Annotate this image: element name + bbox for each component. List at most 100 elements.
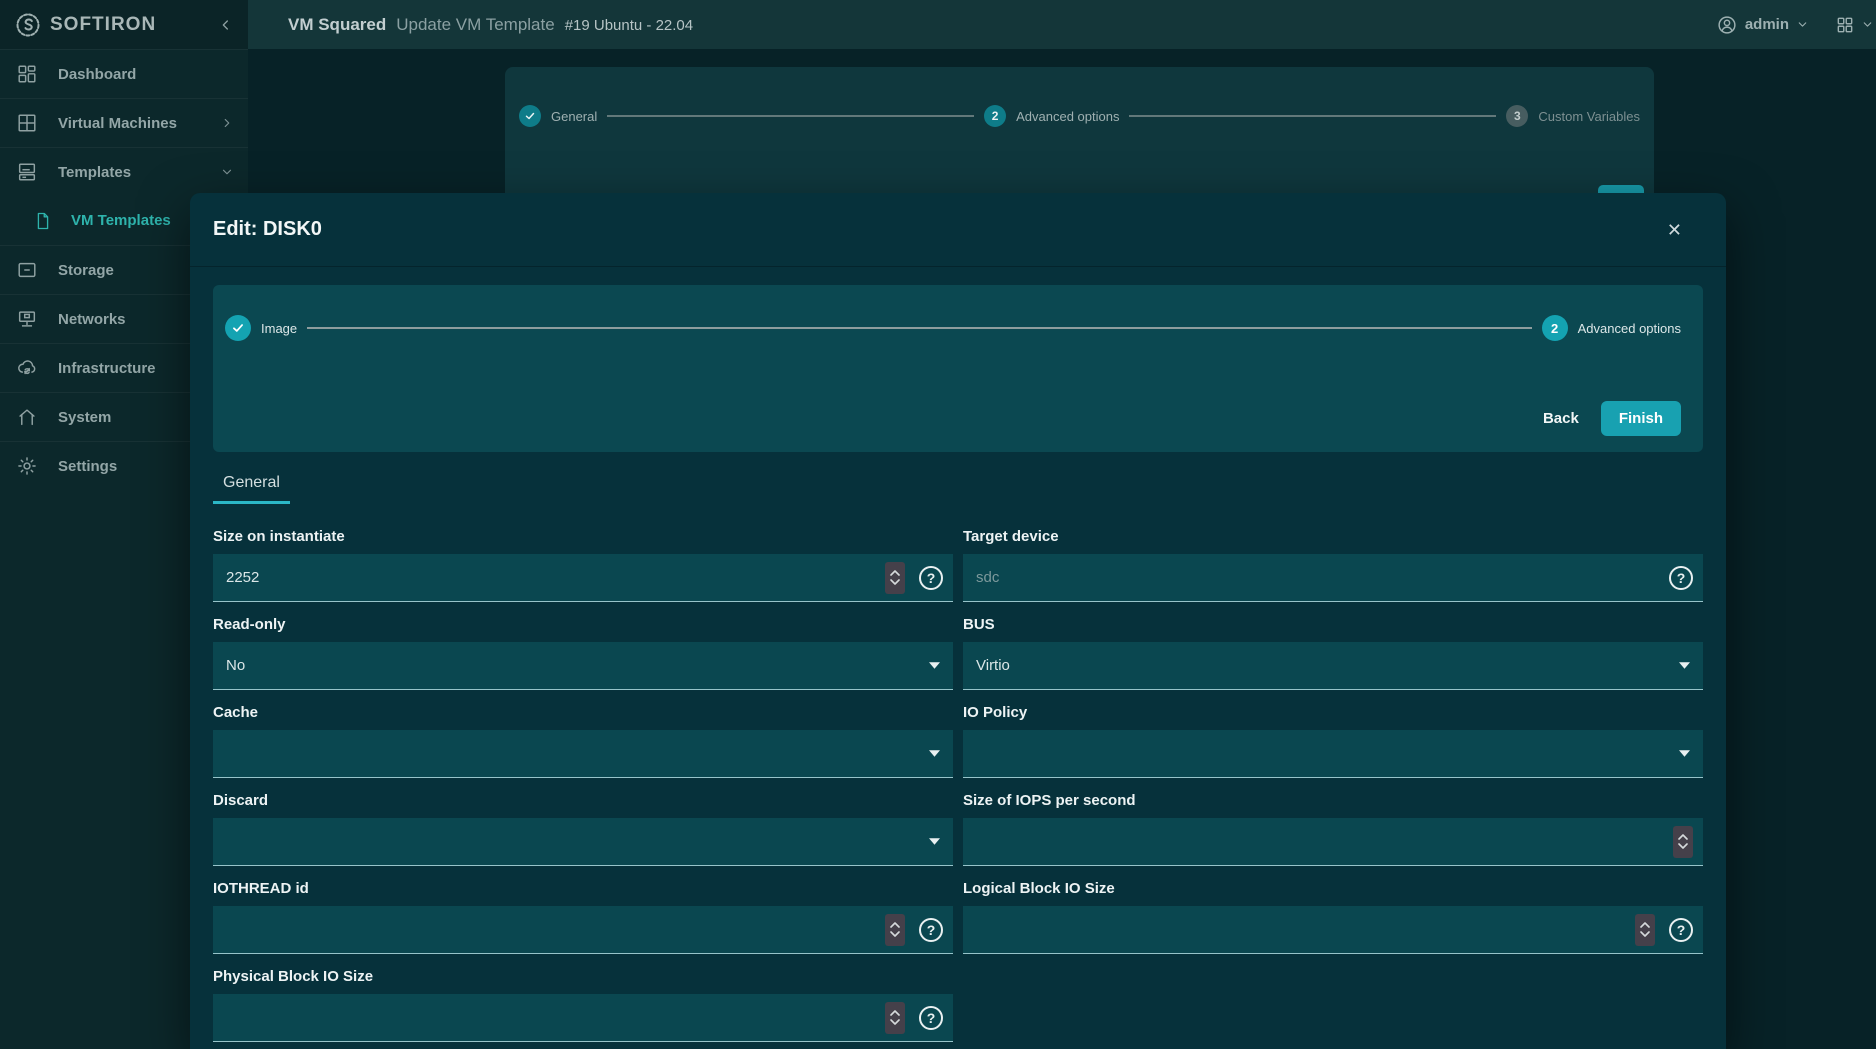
document-icon: [33, 211, 53, 231]
sidebar-item-virtual-machines[interactable]: Virtual Machines: [0, 98, 248, 147]
field-logical-block-io-size: Logical Block IO Size ?: [963, 880, 1703, 954]
discard-select[interactable]: [213, 818, 953, 866]
field-bus: BUS Virtio: [963, 616, 1703, 690]
field-size-of-iops: Size of IOPS per second: [963, 792, 1703, 866]
sidebar-item-dashboard[interactable]: Dashboard: [0, 49, 248, 98]
logo-block: SOFTIRON: [0, 0, 248, 49]
virtual-machines-icon: [16, 112, 38, 134]
modal-stepper-card: Image 2 Advanced options Back Finish: [213, 285, 1703, 452]
stepper-line: [1129, 115, 1496, 117]
field-size-on-instantiate: Size on instantiate ?: [213, 528, 953, 602]
help-icon[interactable]: ?: [1669, 566, 1693, 590]
caret-down-icon: [929, 750, 940, 757]
step-number: 3: [1506, 105, 1528, 127]
target-device-input-field[interactable]: [976, 554, 1655, 601]
sidebar-collapse-button[interactable]: [218, 17, 234, 33]
field-label: Cache: [213, 704, 953, 721]
field-label: BUS: [963, 616, 1703, 633]
breadcrumb-page: Update VM Template: [396, 15, 554, 35]
field-label: Read-only: [213, 616, 953, 633]
field-label: Size of IOPS per second: [963, 792, 1703, 809]
logical-block-io-size-input[interactable]: ?: [963, 906, 1703, 954]
help-icon[interactable]: ?: [1669, 918, 1693, 942]
size-on-instantiate-input[interactable]: ?: [213, 554, 953, 602]
caret-down-icon: [1679, 662, 1690, 669]
close-icon[interactable]: ✕: [1663, 217, 1686, 243]
apps-menu[interactable]: [1835, 15, 1874, 35]
field-label: IOTHREAD id: [213, 880, 953, 897]
brand-text: SOFTIRON: [50, 14, 156, 36]
modal-title: Edit: DISK0: [213, 218, 322, 241]
field-label: Discard: [213, 792, 953, 809]
select-value: Virtio: [976, 657, 1679, 674]
field-io-policy: IO Policy: [963, 704, 1703, 778]
iothread-id-input-field[interactable]: [226, 906, 885, 953]
caret-down-icon: [929, 662, 940, 669]
tab-general[interactable]: General: [213, 468, 290, 504]
dashboard-icon: [16, 63, 38, 85]
modal-tab-bar: General: [213, 468, 1703, 504]
help-icon[interactable]: ?: [919, 918, 943, 942]
step-label: Advanced options: [1578, 321, 1681, 336]
field-iothread-id: IOTHREAD id ?: [213, 880, 953, 954]
page-step-advanced-options: 2 Advanced options: [984, 105, 1119, 127]
storage-icon: [16, 259, 38, 281]
top-bar: SOFTIRON VM Squared Update VM Template #…: [0, 0, 1876, 49]
field-target-device: Target device ?: [963, 528, 1703, 602]
io-policy-select[interactable]: [963, 730, 1703, 778]
number-spinner[interactable]: [1673, 826, 1693, 858]
sidebar-item-label: VM Templates: [71, 212, 171, 229]
size-of-iops-input-field[interactable]: [976, 818, 1673, 865]
modal-stepper: Image 2 Advanced options: [225, 315, 1681, 341]
number-spinner[interactable]: [885, 1002, 905, 1034]
number-spinner[interactable]: [885, 562, 905, 594]
stepper-line: [307, 327, 1532, 329]
user-avatar-icon: [1716, 14, 1738, 36]
softiron-logo-icon: [14, 11, 42, 39]
sidebar-item-label: Dashboard: [58, 66, 136, 83]
cache-select[interactable]: [213, 730, 953, 778]
step-label: General: [551, 109, 597, 124]
sidebar-item-label: Settings: [58, 458, 117, 475]
field-label: Physical Block IO Size: [213, 968, 953, 985]
read-only-select[interactable]: No: [213, 642, 953, 690]
sidebar-item-label: Networks: [58, 311, 126, 328]
number-spinner[interactable]: [1635, 914, 1655, 946]
iothread-id-input[interactable]: ?: [213, 906, 953, 954]
bus-select[interactable]: Virtio: [963, 642, 1703, 690]
logical-block-io-size-input-field[interactable]: [976, 906, 1635, 953]
size-of-iops-input[interactable]: [963, 818, 1703, 866]
page-step-general: General: [519, 105, 597, 127]
stepper-line: [607, 115, 974, 117]
networks-icon: [16, 308, 38, 330]
physical-block-io-size-input[interactable]: ?: [213, 994, 953, 1042]
step-number: 2: [984, 105, 1006, 127]
physical-block-io-size-input-field[interactable]: [226, 994, 885, 1041]
field-read-only: Read-only No: [213, 616, 953, 690]
disk-form: Size on instantiate ? Target device ?: [213, 528, 1703, 1049]
gear-icon: [16, 455, 38, 477]
caret-down-icon: [1679, 750, 1690, 757]
help-icon[interactable]: ?: [919, 566, 943, 590]
back-button[interactable]: Back: [1537, 402, 1585, 435]
field-label: Logical Block IO Size: [963, 880, 1703, 897]
user-name: admin: [1745, 16, 1789, 33]
field-label: Size on instantiate: [213, 528, 953, 545]
templates-icon: [16, 161, 38, 183]
breadcrumb-entity: #19 Ubuntu - 22.04: [565, 17, 693, 34]
user-menu[interactable]: admin: [1716, 14, 1809, 36]
edit-disk-modal: Edit: DISK0 ✕ Image 2 Advanced options B…: [190, 193, 1726, 1049]
field-physical-block-io-size: Physical Block IO Size ?: [213, 968, 953, 1042]
cloud-sync-icon: [16, 357, 38, 379]
step-label: Image: [261, 321, 297, 336]
number-spinner[interactable]: [885, 914, 905, 946]
target-device-input[interactable]: ?: [963, 554, 1703, 602]
help-icon[interactable]: ?: [919, 1006, 943, 1030]
page-step-custom-variables: 3 Custom Variables: [1506, 105, 1640, 127]
finish-button[interactable]: Finish: [1601, 401, 1681, 436]
field-label: Target device: [963, 528, 1703, 545]
field-cache: Cache: [213, 704, 953, 778]
sidebar-item-templates[interactable]: Templates: [0, 147, 248, 196]
breadcrumb-app: VM Squared: [288, 15, 386, 35]
size-on-instantiate-input-field[interactable]: [226, 554, 885, 601]
